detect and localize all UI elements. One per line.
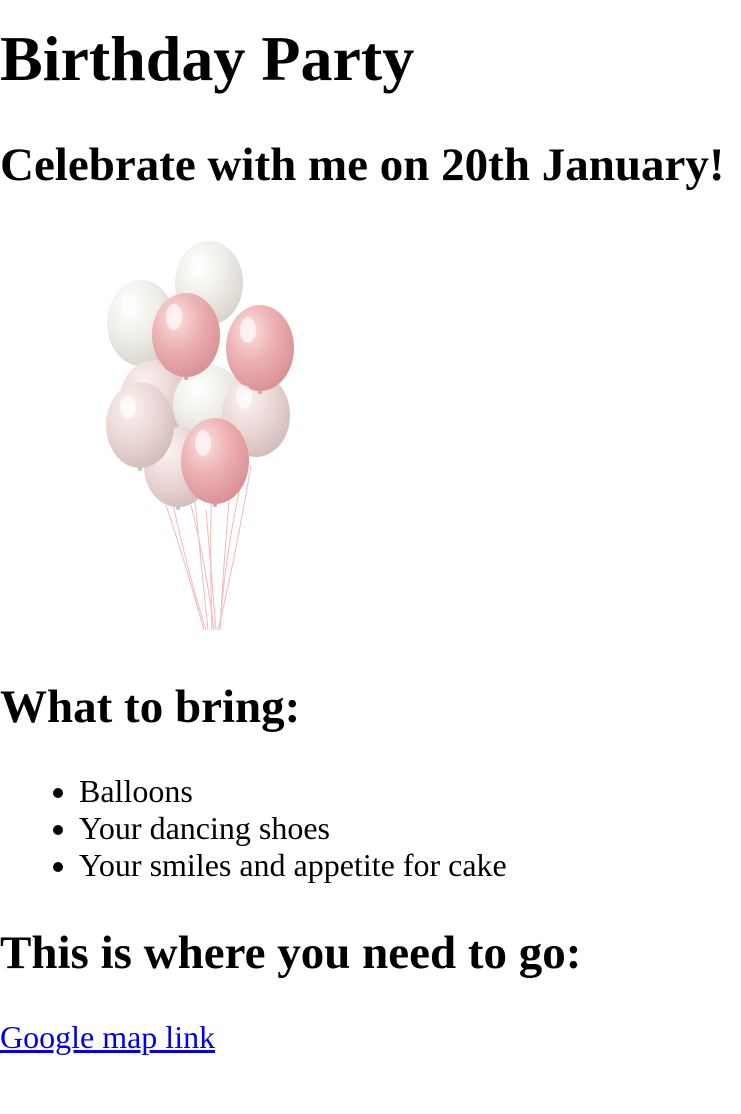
what-to-bring-heading: What to bring: bbox=[0, 681, 301, 733]
balloons-image bbox=[106, 241, 294, 631]
google-map-link[interactable]: Google map link bbox=[0, 1019, 215, 1056]
event-subtitle: Celebrate with me on 20th January! bbox=[0, 139, 725, 191]
bring-list: Balloons Your dancing shoes Your smiles … bbox=[0, 773, 507, 884]
list-item: Your smiles and appetite for cake bbox=[79, 847, 507, 884]
location-heading: This is where you need to go: bbox=[0, 927, 582, 979]
list-item: Your dancing shoes bbox=[79, 810, 507, 847]
list-item: Balloons bbox=[79, 773, 507, 810]
page: Birthday Party Celebrate with me on 20th… bbox=[0, 0, 741, 1114]
page-title: Birthday Party bbox=[0, 23, 415, 94]
